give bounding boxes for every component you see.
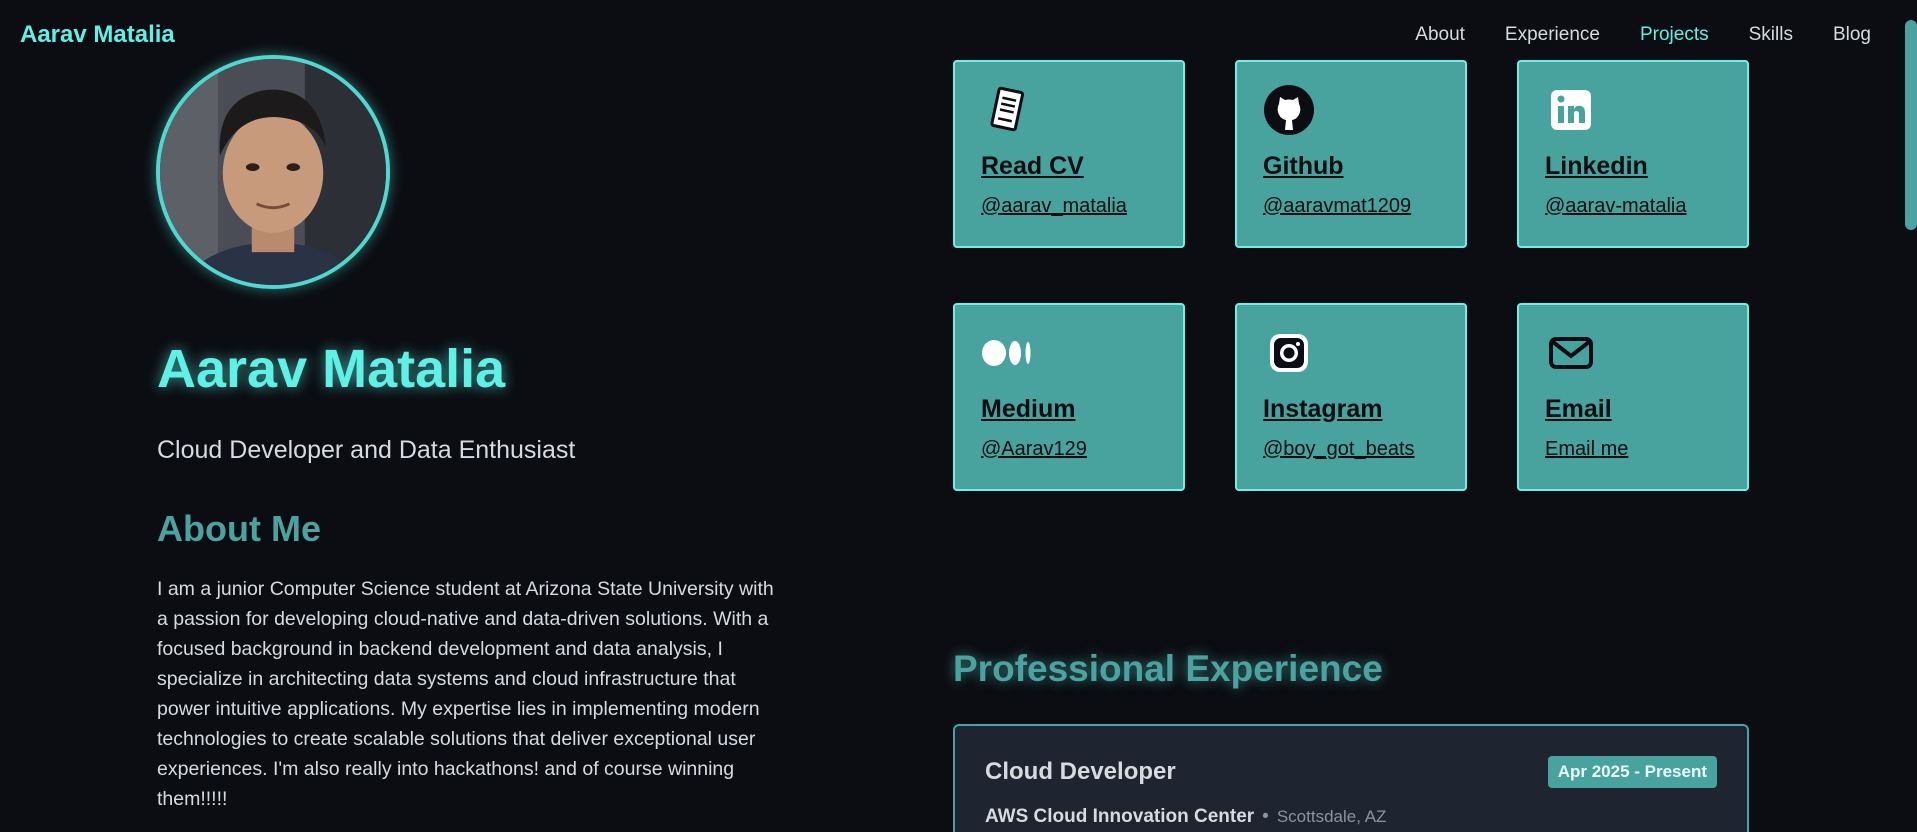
nav-about[interactable]: About bbox=[1415, 24, 1465, 46]
experience-date-badge: Apr 2025 - Present bbox=[1547, 756, 1717, 788]
instagram-icon bbox=[1270, 334, 1308, 372]
card-title: Medium bbox=[981, 395, 1076, 423]
card-github[interactable]: Github @aaravmat1209 bbox=[1235, 60, 1467, 248]
avatar-photo bbox=[160, 59, 386, 285]
avatar bbox=[156, 55, 390, 289]
card-handle: @aarav_matalia bbox=[981, 195, 1127, 217]
social-cards: Read CV @aarav_matalia Github @aaravmat1… bbox=[953, 60, 1749, 491]
experience-heading: Professional Experience bbox=[953, 648, 1383, 689]
experience-org-line: AWS Cloud Innovation Center • Scottsdale, … bbox=[985, 806, 1386, 828]
card-title: Instagram bbox=[1263, 395, 1383, 423]
experience-role: Cloud Developer bbox=[985, 758, 1176, 785]
card-handle: @Aarav129 bbox=[981, 438, 1087, 460]
experience-org: AWS Cloud Innovation Center bbox=[985, 806, 1255, 827]
nav-projects[interactable]: Projects bbox=[1640, 24, 1709, 46]
main-nav: About Experience Projects Skills Blog bbox=[1415, 24, 1871, 46]
experience-card: Cloud Developer Apr 2025 - Present AWS C… bbox=[953, 724, 1749, 832]
card-handle: @boy_got_beats bbox=[1263, 438, 1415, 460]
card-email[interactable]: Email Email me bbox=[1517, 303, 1749, 491]
card-title: Linkedin bbox=[1545, 152, 1648, 180]
brand-logo[interactable]: Aarav Matalia bbox=[20, 21, 175, 49]
card-handle: @aarav-matalia bbox=[1545, 195, 1687, 217]
linkedin-icon bbox=[1551, 90, 1591, 130]
card-handle: Email me bbox=[1545, 438, 1629, 460]
card-linkedin[interactable]: Linkedin @aarav-matalia bbox=[1517, 60, 1749, 248]
experience-location: Scottsdale, AZ bbox=[1276, 807, 1387, 826]
nav-skills[interactable]: Skills bbox=[1749, 24, 1793, 46]
card-title: Github bbox=[1263, 152, 1344, 180]
medium-icon bbox=[982, 340, 1031, 366]
document-icon bbox=[990, 86, 1025, 132]
nav-blog[interactable]: Blog bbox=[1833, 24, 1871, 46]
github-icon bbox=[1264, 85, 1314, 135]
card-handle: @aaravmat1209 bbox=[1263, 195, 1412, 217]
separator-dot: • bbox=[1262, 806, 1269, 827]
card-read-cv[interactable]: Read CV @aarav_matalia bbox=[953, 60, 1185, 248]
hero-tagline: Cloud Developer and Data Enthusiast bbox=[157, 436, 576, 464]
about-heading: About Me bbox=[157, 508, 321, 549]
card-title: Read CV bbox=[981, 152, 1084, 180]
mail-icon bbox=[1549, 337, 1593, 369]
scrollbar-thumb[interactable] bbox=[1905, 20, 1917, 230]
hero-name: Aarav Matalia bbox=[157, 339, 506, 399]
card-instagram[interactable]: Instagram @boy_got_beats bbox=[1235, 303, 1467, 491]
card-medium[interactable]: Medium @Aarav129 bbox=[953, 303, 1185, 491]
about-text: I am a junior Computer Science student a… bbox=[157, 578, 774, 810]
card-title: Email bbox=[1545, 395, 1612, 423]
nav-experience[interactable]: Experience bbox=[1505, 24, 1600, 46]
